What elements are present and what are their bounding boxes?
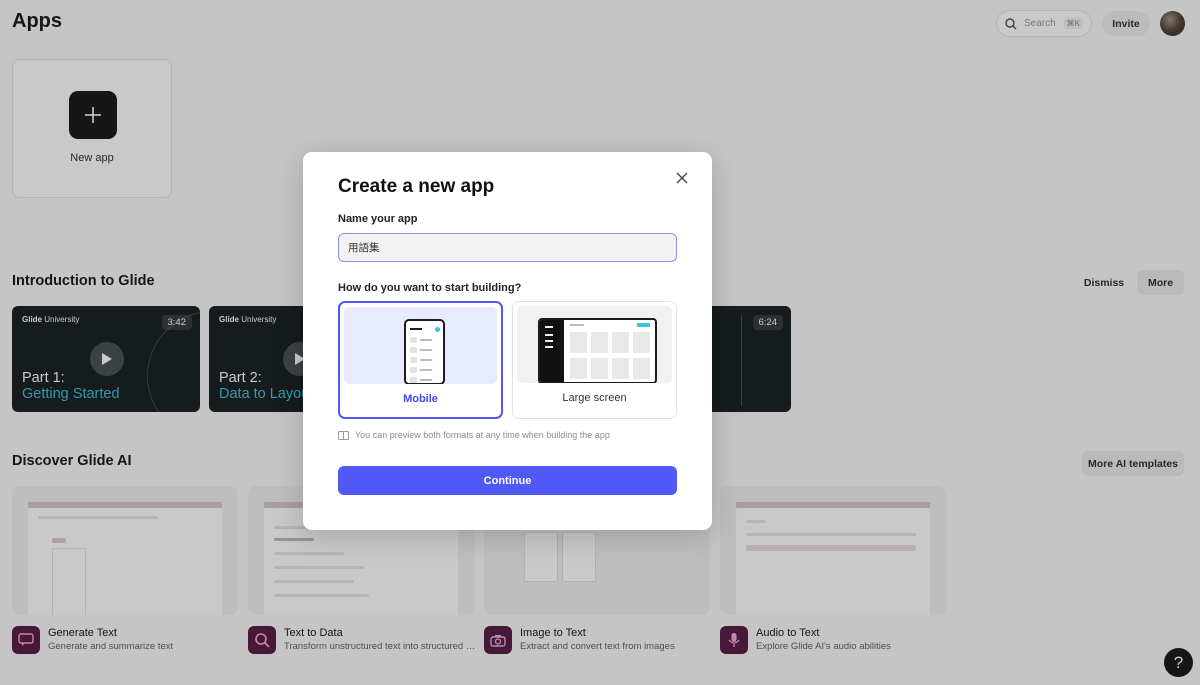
mobile-option[interactable]: Mobile	[338, 301, 503, 419]
desktop-icon	[538, 318, 657, 383]
preview-hint-text: You can preview both formats at any time…	[355, 430, 610, 440]
close-icon[interactable]	[674, 170, 690, 186]
continue-button[interactable]: Continue	[338, 466, 677, 495]
mobile-preview	[344, 307, 497, 384]
create-app-dialog: Create a new app Name your app How do yo…	[303, 152, 712, 530]
large-screen-option-label: Large screen	[562, 392, 627, 404]
preview-hint: You can preview both formats at any time…	[338, 430, 610, 440]
dialog-title: Create a new app	[338, 176, 495, 197]
large-screen-preview	[517, 306, 672, 383]
app-name-input[interactable]	[338, 233, 677, 262]
phone-icon	[404, 319, 445, 384]
name-label: Name your app	[338, 213, 418, 225]
build-label: How do you want to start building?	[338, 282, 522, 294]
book-icon	[338, 430, 349, 440]
large-screen-option[interactable]: Large screen	[512, 301, 677, 419]
mobile-option-label: Mobile	[403, 393, 438, 405]
